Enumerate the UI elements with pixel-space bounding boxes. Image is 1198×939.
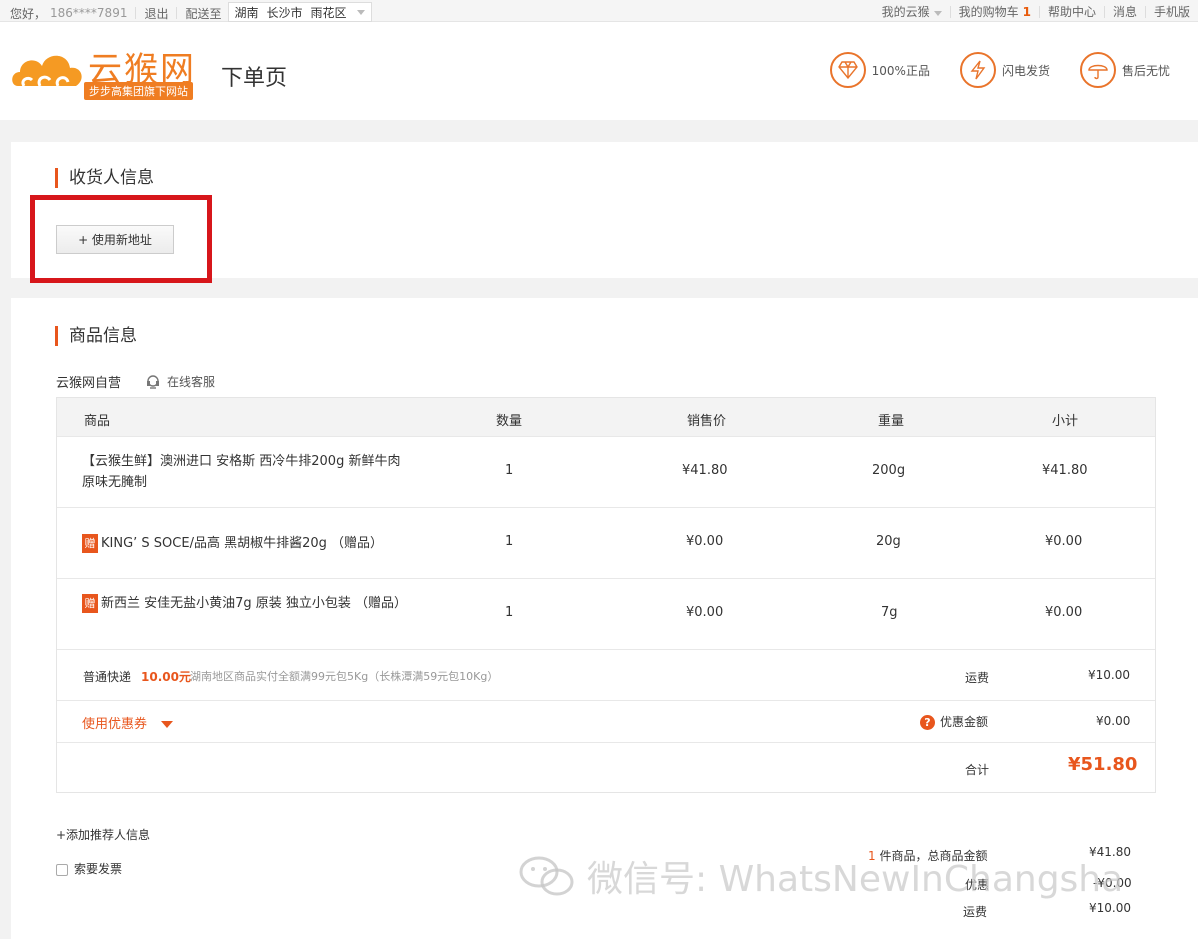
footer-freight: ¥10.00	[1089, 901, 1131, 915]
cloud-logo-icon	[12, 55, 82, 87]
col-quantity: 数量	[496, 414, 523, 429]
my-account-link[interactable]: 我的云猴	[882, 3, 942, 20]
shipping-amount: ¥10.00	[1088, 668, 1130, 682]
table-row: 赠 KING’ S SOCE/品高 黑胡椒牛排酱20g （赠品） 1 ¥0.00 …	[57, 507, 1155, 578]
total-row: 合计 ¥51.80	[57, 742, 1155, 793]
product-subtotal: ¥0.00	[1045, 605, 1083, 620]
table-row: 【云猴生鲜】澳洲进口 安格斯 西冷牛排200g 新鲜牛肉 原味无腌制 1 ¥41…	[57, 436, 1155, 507]
product-name[interactable]: 【云猴生鲜】澳洲进口 安格斯 西冷牛排200g 新鲜牛肉 原味无腌制	[82, 451, 412, 493]
receiver-section: 收货人信息 + 使用新地址	[11, 142, 1198, 283]
messages-link[interactable]: 消息	[1113, 3, 1137, 20]
product-name[interactable]: 赠新西兰 安佳无盐小黄油7g 原装 独立小包装 （赠品）	[82, 593, 412, 614]
product-subtotal: ¥0.00	[1045, 534, 1083, 549]
product-price: ¥0.00	[686, 605, 724, 620]
add-referrer-link[interactable]: +添加推荐人信息	[56, 826, 150, 843]
shipping-note: 湖南地区商品实付全额满99元包5Kg（长株潭满59元包10Kg）	[190, 670, 499, 683]
product-price: ¥41.80	[682, 463, 728, 478]
cart-link[interactable]: 我的购物车 1	[959, 3, 1031, 20]
col-weight: 重量	[878, 414, 905, 429]
col-product: 商品	[84, 414, 111, 429]
annotation-highlight-box	[30, 195, 212, 283]
chevron-down-icon	[933, 11, 942, 16]
badge-after-sales: 售后无忧	[1079, 52, 1170, 88]
lightning-icon	[959, 52, 996, 88]
gift-badge: 赠	[82, 534, 98, 553]
col-price: 销售价	[687, 414, 727, 429]
site-logo[interactable]: 云猴网 步步高集团旗下网站	[10, 40, 200, 102]
region-selector[interactable]: 湖南 长沙市 雨花区	[227, 2, 372, 22]
product-qty: 1	[505, 534, 514, 549]
use-coupon-toggle[interactable]: 使用优惠券	[82, 713, 174, 732]
greeting-text: 您好，	[10, 6, 47, 21]
chevron-down-icon	[356, 9, 365, 15]
gift-badge: 赠	[82, 594, 98, 613]
coupon-row: 使用优惠券 ? 优惠金额 ¥0.00	[57, 700, 1155, 742]
umbrella-icon	[1079, 52, 1116, 88]
cart-count: 1	[1022, 5, 1031, 19]
product-qty: 1	[505, 463, 514, 478]
region-province: 湖南	[234, 5, 259, 20]
region-district: 雨花区	[310, 5, 347, 20]
top-bar: 您好， 186****7891 退出 配送至 湖南 长沙市 雨花区 我的云猴 我…	[0, 0, 1198, 22]
logout-link[interactable]: 退出	[144, 5, 168, 22]
shipping-row: 普通快递 10.00元 湖南地区商品实付全额满99元包5Kg（长株潭满59元包1…	[57, 649, 1155, 700]
region-city: 长沙市	[266, 5, 303, 20]
col-subtotal: 小计	[1052, 414, 1079, 429]
product-price: ¥0.00	[686, 534, 724, 549]
badge-genuine: 100%正品	[829, 52, 930, 88]
product-qty: 1	[505, 605, 514, 620]
shop-name: 云猴网自营	[56, 376, 122, 391]
product-subtotal: ¥41.80	[1042, 463, 1088, 478]
diamond-icon	[829, 52, 866, 88]
headset-icon	[147, 374, 160, 389]
user-phone: 186****7891	[50, 6, 128, 20]
invoice-option[interactable]: 索要发票	[56, 860, 122, 877]
table-row: 赠新西兰 安佳无盐小黄油7g 原装 独立小包装 （赠品） 1 ¥0.00 7g …	[57, 578, 1155, 649]
invoice-checkbox[interactable]	[56, 863, 68, 876]
chevron-down-icon	[161, 721, 174, 728]
product-weight: 7g	[881, 605, 898, 620]
discount-label-wrap: ? 优惠金额	[920, 713, 988, 730]
help-link[interactable]: 帮助中心	[1048, 3, 1096, 20]
footer-discount-label: 优惠	[965, 878, 990, 892]
product-weight: 20g	[876, 534, 901, 549]
receiver-title: 收货人信息	[55, 168, 154, 188]
badge-fast-shipping: 闪电发货	[959, 52, 1050, 88]
shipping-method: 普通快递	[83, 670, 132, 684]
discount-amount: ¥0.00	[1096, 714, 1131, 728]
question-icon[interactable]: ?	[920, 715, 935, 730]
shipping-fee: 10.00元	[141, 670, 191, 684]
items-total: ¥41.80	[1089, 845, 1131, 859]
goods-title: 商品信息	[55, 326, 137, 346]
customer-service-link[interactable]: 在线客服	[145, 373, 215, 390]
total-label: 合计	[965, 763, 990, 777]
product-weight: 200g	[872, 463, 906, 478]
footer-discount: -¥0.00	[1093, 876, 1132, 890]
table-header: 商品 数量 销售价 重量 小计	[57, 398, 1155, 436]
goods-section: 商品信息 云猴网自营 在线客服 商品 数量 销售价 重量 小计 【云猴生鲜】澳洲…	[11, 298, 1198, 939]
logo-subtitle: 步步高集团旗下网站	[84, 82, 193, 100]
product-name[interactable]: 赠 KING’ S SOCE/品高 黑胡椒牛排酱20g （赠品）	[82, 533, 412, 554]
page-title: 下单页	[221, 66, 288, 91]
footer-freight-label: 运费	[963, 905, 988, 919]
service-badges: 100%正品 闪电发货 售后无忧	[800, 52, 1170, 88]
goods-table: 商品 数量 销售价 重量 小计 【云猴生鲜】澳洲进口 安格斯 西冷牛排200g …	[56, 397, 1156, 793]
total-amount: ¥51.80	[1068, 754, 1138, 775]
header: 云猴网 步步高集团旗下网站 下单页 100%正品 闪电发货 售后无忧	[0, 22, 1198, 120]
shipping-label: 运费	[965, 671, 990, 685]
mobile-link[interactable]: 手机版	[1154, 3, 1190, 20]
deliver-to-label: 配送至	[185, 6, 222, 21]
items-summary: 1 件商品，总商品金额	[868, 849, 988, 863]
